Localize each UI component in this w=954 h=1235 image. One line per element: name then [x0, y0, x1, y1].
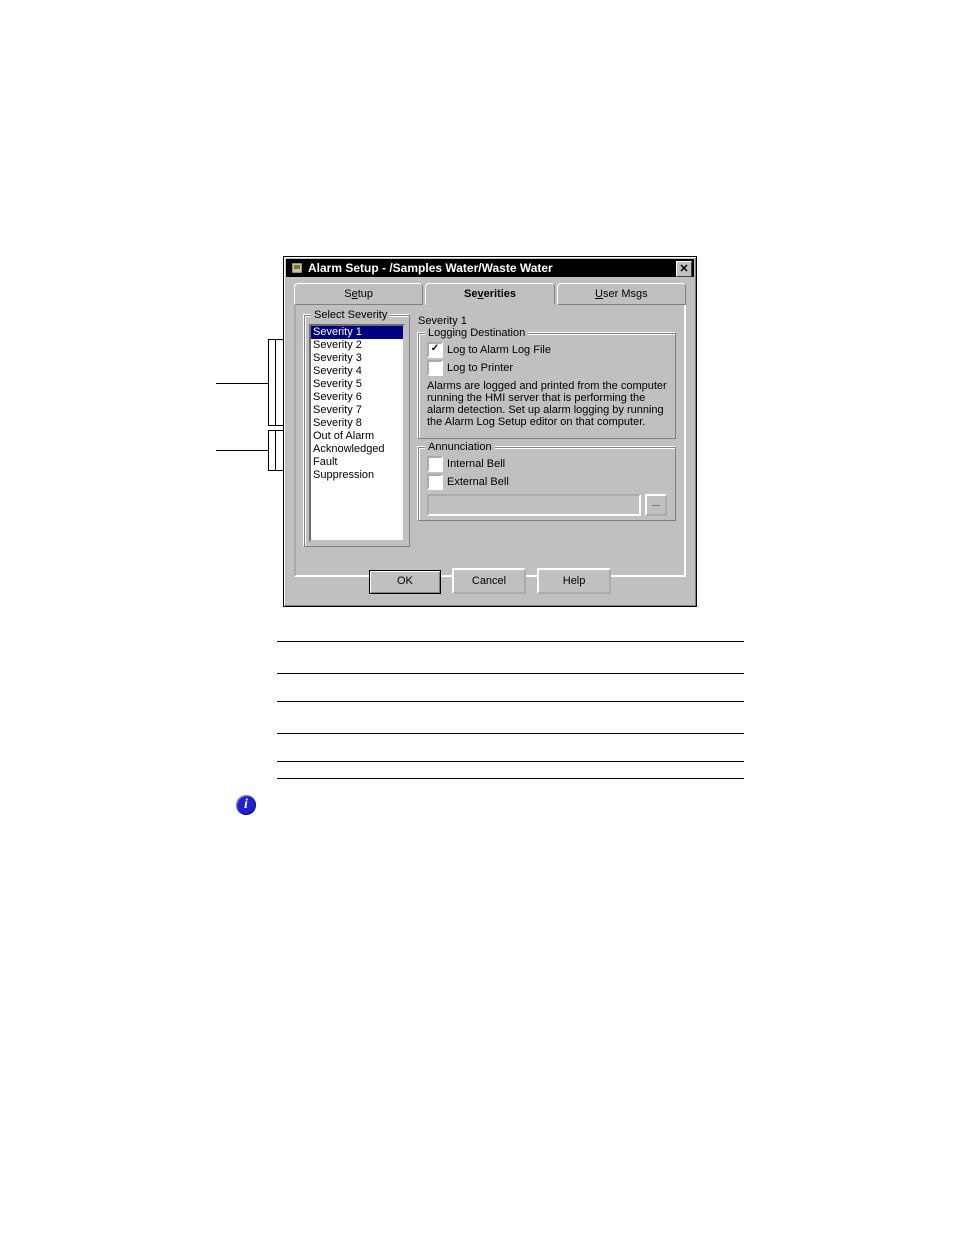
list-item[interactable]: Severity 7 — [311, 404, 403, 417]
alarm-icon — [291, 262, 303, 274]
callout-brace-1b — [275, 339, 276, 425]
text-rule — [277, 733, 744, 734]
log-to-printer-checkbox[interactable] — [427, 360, 443, 376]
app-icon — [290, 261, 304, 275]
severity-details: Severity 1 Logging Destination Log to Al… — [418, 315, 676, 567]
close-button[interactable] — [676, 261, 692, 277]
window-title: Alarm Setup - /Samples Water/Waste Water — [308, 261, 553, 275]
external-bell-row: External Bell — [427, 474, 667, 490]
external-bell-browse-button[interactable]: ... — [645, 494, 667, 516]
tab-user-msgs[interactable]: User Msgs — [557, 283, 686, 305]
text-rule — [277, 778, 744, 779]
tab-strip: Setup Severities User Msgs — [294, 283, 686, 305]
list-item[interactable]: Severity 6 — [311, 391, 403, 404]
select-severity-group: Select Severity Severity 1 Severity 2 Se… — [304, 315, 410, 547]
callout-brace-2b — [275, 430, 276, 470]
ok-button[interactable]: OK — [369, 570, 441, 594]
internal-bell-row: Internal Bell — [427, 456, 667, 472]
alarm-setup-dialog: Alarm Setup - /Samples Water/Waste Water… — [283, 256, 697, 607]
external-bell-checkbox[interactable] — [427, 474, 443, 490]
text-rule — [277, 673, 744, 674]
text-rule — [277, 641, 744, 642]
list-item[interactable]: Severity 8 — [311, 417, 403, 430]
list-item[interactable]: Acknowledged — [311, 443, 403, 456]
severity-list[interactable]: Severity 1 Severity 2 Severity 3 Severit… — [309, 324, 405, 542]
log-to-printer-row: Log to Printer — [427, 360, 667, 376]
close-icon — [679, 263, 689, 276]
dialog-button-row: OK Cancel Help — [284, 568, 696, 594]
help-button[interactable]: Help — [537, 568, 611, 594]
logging-note: Alarms are logged and printed from the c… — [427, 380, 667, 428]
internal-bell-checkbox[interactable] — [427, 456, 443, 472]
text-rule — [277, 701, 744, 702]
external-bell-path-field[interactable] — [427, 494, 641, 516]
callout-arrow-1 — [216, 383, 268, 384]
selected-severity-label: Severity 1 — [418, 315, 676, 327]
log-to-file-row: Log to Alarm Log File — [427, 342, 667, 358]
tab-pane-severities: Select Severity Severity 1 Severity 2 Se… — [294, 305, 686, 577]
log-to-file-checkbox[interactable] — [427, 342, 443, 358]
logging-destination-group: Logging Destination Log to Alarm Log Fil… — [418, 333, 676, 439]
list-item[interactable]: Severity 1 — [311, 326, 403, 339]
annunciation-group: Annunciation Internal Bell External Bell — [418, 447, 676, 521]
list-item[interactable]: Suppression — [311, 469, 403, 482]
annunciation-legend: Annunciation — [425, 441, 495, 453]
callout-arrow-2 — [216, 450, 268, 451]
tab-setup[interactable]: Setup — [294, 283, 423, 305]
title-bar: Alarm Setup - /Samples Water/Waste Water — [286, 259, 694, 277]
list-item[interactable]: Fault — [311, 456, 403, 469]
callout-brace-2 — [268, 430, 269, 470]
info-icon: i — [236, 795, 256, 815]
list-item[interactable]: Severity 3 — [311, 352, 403, 365]
callout-brace-1 — [268, 339, 269, 425]
text-rule — [277, 761, 744, 762]
list-item[interactable]: Out of Alarm — [311, 430, 403, 443]
list-item[interactable]: Severity 2 — [311, 339, 403, 352]
list-item[interactable]: Severity 5 — [311, 378, 403, 391]
select-severity-legend: Select Severity — [311, 309, 390, 321]
cancel-button[interactable]: Cancel — [452, 568, 526, 594]
list-item[interactable]: Severity 4 — [311, 365, 403, 378]
tab-severities[interactable]: Severities — [425, 283, 554, 305]
logging-destination-legend: Logging Destination — [425, 327, 528, 339]
